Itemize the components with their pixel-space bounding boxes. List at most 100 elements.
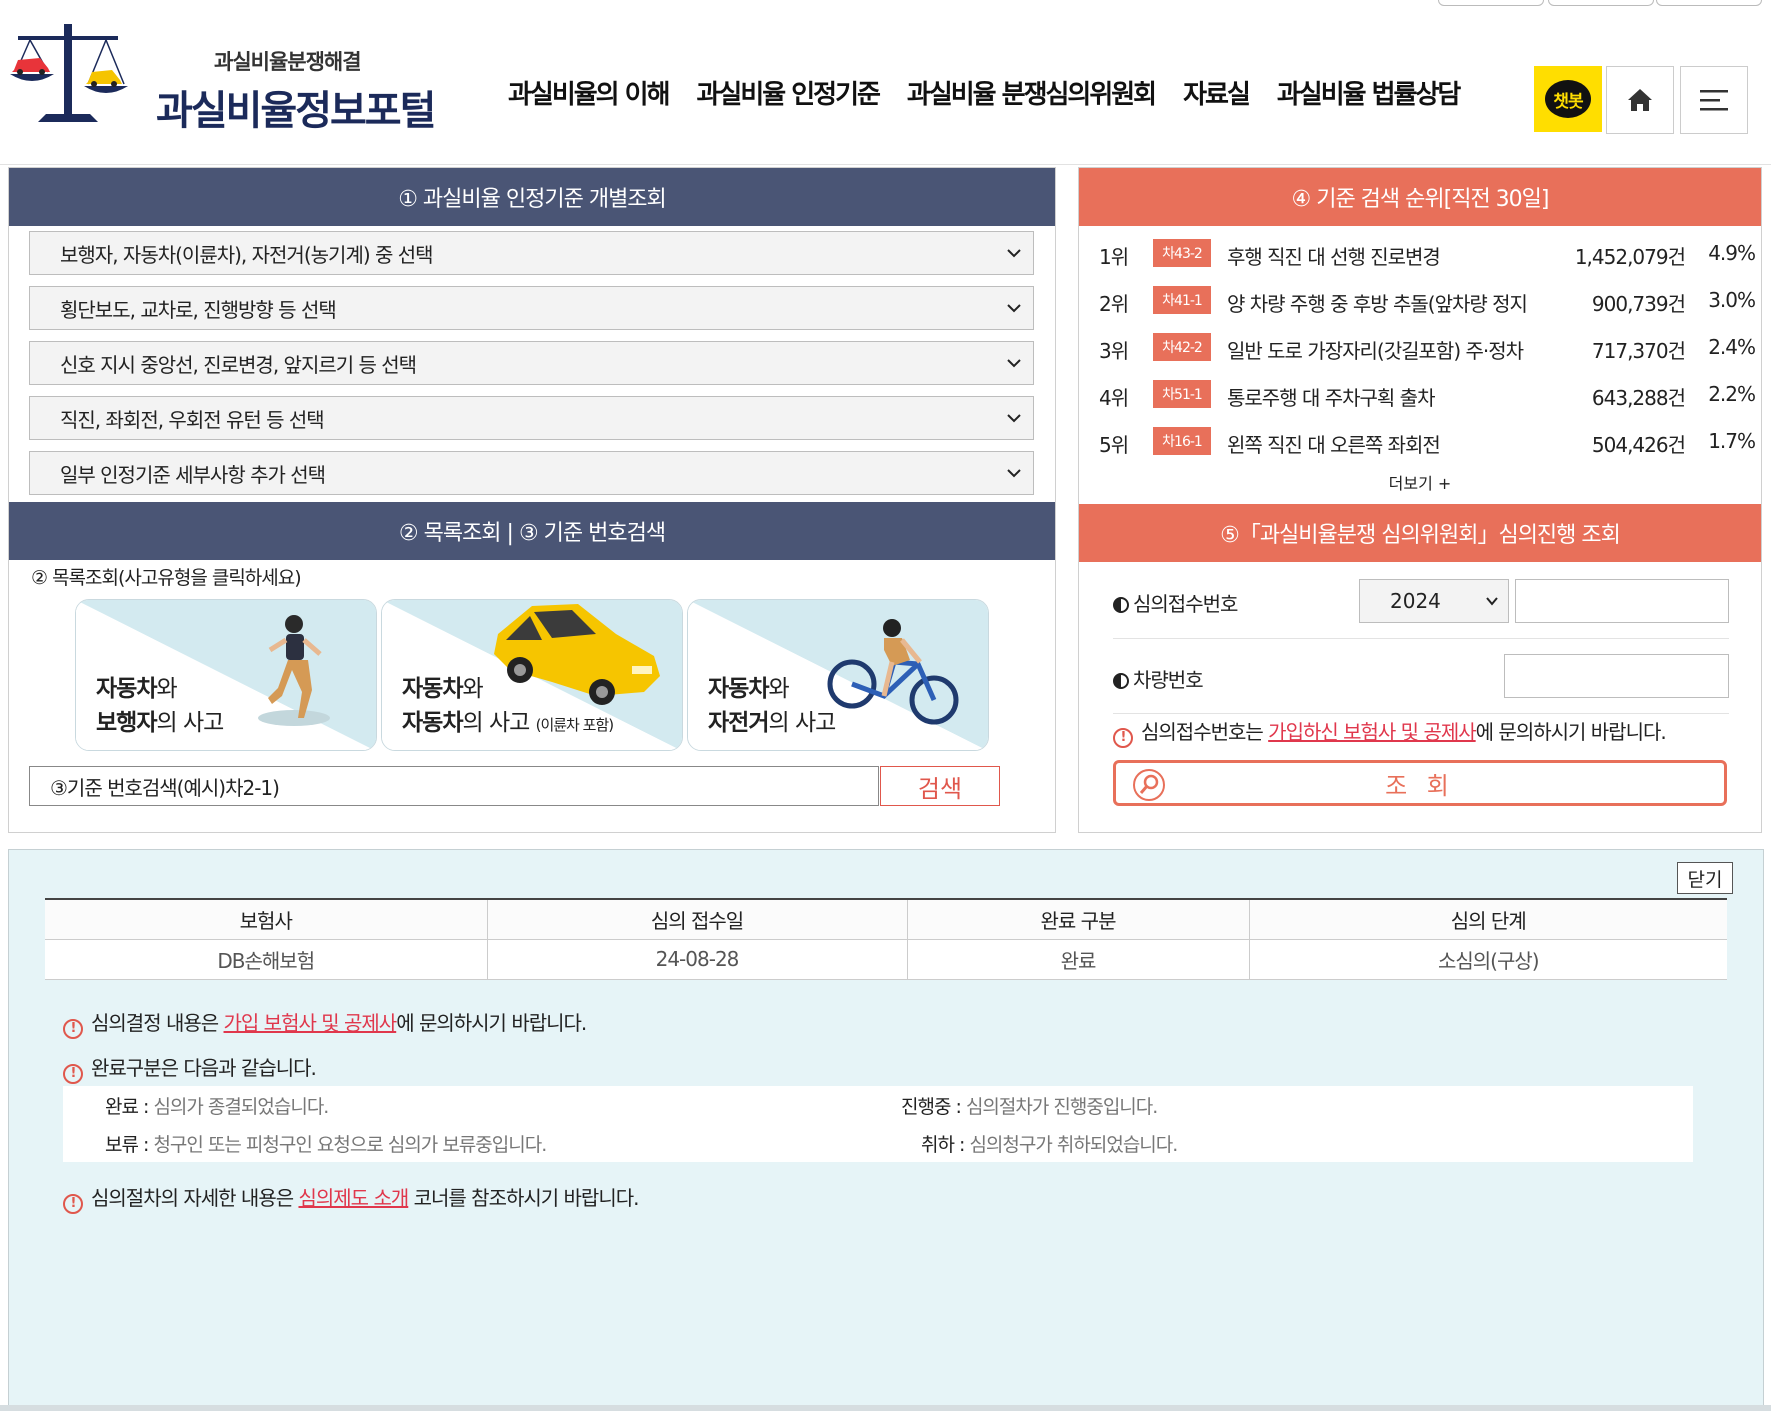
deliberation-result-panel: 닫기 보험사 심의 접수일 완료 구분 심의 단계 DB손해보험 24-08-2…	[8, 849, 1764, 1409]
legend-item: 진행중 : 심의절차가 진행중입니다.	[901, 1096, 1158, 1118]
legend-item: 보류 : 청구인 또는 피청구인 요청으로 심의가 보류중입니다.	[105, 1134, 547, 1156]
rank-code-badge: 차41-1	[1153, 286, 1211, 314]
cell-received-date: 24-08-28	[486, 939, 907, 980]
rank-row[interactable]: 5위 차16-1 왼쪽 직진 대 오른쪽 좌회전 504,426건 1.7%	[1079, 419, 1761, 463]
search-placeholder: ③기준 번호검색(예시)차2-1)	[50, 775, 280, 800]
query-button[interactable]: 조 회	[1113, 760, 1727, 806]
completion-type-notice: ! 완료구분은 다음과 같습니다.	[63, 1052, 317, 1084]
rank-title[interactable]: 통로주행 대 주차구획 출차	[1227, 382, 1557, 411]
column-header-received-date: 심의 접수일	[486, 898, 907, 940]
chevron-down-icon	[1007, 469, 1021, 478]
menu-button[interactable]	[1680, 66, 1748, 134]
insurer-link[interactable]: 가입하신 보험사 및 공제사	[1268, 720, 1476, 744]
legend-item: 완료 : 심의가 종결되었습니다.	[105, 1096, 329, 1118]
standard-number-search-input[interactable]: ③기준 번호검색(예시)차2-1)	[29, 766, 879, 806]
rank-row[interactable]: 2위 차41-1 양 차량 주행 중 후방 추돌(앞차량 정지 900,739건…	[1079, 278, 1761, 322]
procedure-intro-link[interactable]: 심의제도 소개	[298, 1186, 409, 1210]
ranking-and-status-panel: ④ 기준 검색 순위[직전 30일] 1위 차43-2 후행 직진 대 선행 진…	[1078, 167, 1762, 833]
rank-row[interactable]: 4위 차51-1 통로주행 대 주차구획 출차 643,288건 2.2%	[1079, 372, 1761, 416]
card-car-caption: 자동차와 자동차의 사고 (이륜차 포함)	[402, 676, 614, 736]
standards-lookup-panel: ① 과실비율 인정기준 개별조회 보행자, 자동차(이륜차), 자전거(농기계)…	[8, 167, 1056, 833]
rank-number: 4위	[1099, 386, 1129, 410]
chatbot-button[interactable]: 챗봇	[1534, 66, 1602, 132]
divider	[1113, 713, 1729, 714]
receipt-notice: ! 심의접수번호는 가입하신 보험사 및 공제사에 문의하시기 바랍니다.	[1113, 716, 1667, 748]
rank-percent: 2.4%	[1708, 335, 1756, 359]
warning-icon: !	[63, 1064, 83, 1084]
rank-percent: 4.9%	[1708, 241, 1756, 265]
warning-icon: !	[63, 1194, 83, 1214]
hamburger-menu-icon	[1700, 90, 1728, 111]
select-direction-label: 직진, 좌회전, 우회전 유턴 등 선택	[60, 407, 325, 432]
nav-item-committee[interactable]: 과실비율 분쟁심의위원회	[907, 74, 1157, 114]
query-button-label: 조 회	[1385, 771, 1455, 800]
rank-count: 1,452,079건	[1574, 245, 1686, 269]
rank-code-badge: 차51-1	[1153, 380, 1211, 408]
legend-item: 취하 : 심의청구가 취하되었습니다.	[921, 1134, 1178, 1156]
insurer-link[interactable]: 가입 보험사 및 공제사	[224, 1011, 398, 1035]
chevron-down-icon	[1007, 414, 1021, 423]
rank-count: 900,739건	[1591, 292, 1686, 316]
year-select[interactable]: 2024	[1359, 579, 1509, 623]
completion-type-legend: 완료 : 심의가 종결되었습니다. 진행중 : 심의절차가 진행중입니다. 보류…	[63, 1086, 1693, 1162]
rank-row[interactable]: 1위 차43-2 후행 직진 대 선행 진로변경 1,452,079건 4.9%	[1079, 231, 1761, 275]
half-circle-icon	[1113, 673, 1129, 689]
rank-percent: 3.0%	[1708, 288, 1756, 312]
rank-code-badge: 차16-1	[1153, 427, 1211, 455]
select-location-label: 횡단보도, 교차로, 진행방향 등 선택	[60, 297, 337, 322]
half-circle-icon	[1113, 597, 1129, 613]
logo-title[interactable]: 과실비율정보포털	[156, 78, 436, 136]
home-icon	[1628, 89, 1652, 111]
list-lookup-label: ② 목록조회(사고유형을 클릭하세요)	[31, 567, 302, 589]
card-car-vs-bicycle[interactable]: 자동차와 자전거의 사고	[687, 599, 989, 751]
column-header-insurer: 보험사	[45, 898, 487, 940]
vehicle-number-input[interactable]	[1504, 654, 1729, 698]
search-icon	[1133, 769, 1165, 801]
chevron-down-icon	[1486, 597, 1498, 606]
select-detail-label: 일부 인정기준 세부사항 추가 선택	[60, 462, 326, 487]
nav-item-standards[interactable]: 과실비율 인정기준	[697, 74, 881, 114]
section4-title: ④ 기준 검색 순위[직전 30일]	[1079, 168, 1761, 226]
rank-row[interactable]: 3위 차42-2 일반 도로 가장자리(갓길포함) 주·정차 717,370건 …	[1079, 325, 1761, 369]
scale-logo-icon[interactable]	[8, 22, 128, 132]
year-select-value: 2024	[1390, 589, 1441, 613]
home-button[interactable]	[1606, 66, 1674, 134]
section1-title: ① 과실비율 인정기준 개별조회	[9, 168, 1055, 226]
nav-item-legal-consult[interactable]: 과실비율 법률상담	[1277, 74, 1461, 114]
card-car-vs-car[interactable]: 자동차와 자동차의 사고 (이륜차 포함)	[381, 599, 683, 751]
select-signal-label: 신호 지시 중앙선, 진로변경, 앞지르기 등 선택	[60, 352, 417, 377]
rank-code-badge: 차43-2	[1153, 239, 1211, 267]
cell-stage: 소심의(구상)	[1248, 939, 1727, 980]
nav-item-understanding[interactable]: 과실비율의 이해	[508, 74, 670, 114]
rank-number: 5위	[1099, 433, 1129, 457]
select-party[interactable]: 보행자, 자동차(이륜차), 자전거(농기계) 중 선택	[29, 231, 1034, 275]
search-button[interactable]: 검색	[880, 766, 1000, 806]
card-pedestrian-caption: 자동차와 보행자의 사고	[96, 676, 224, 736]
select-party-label: 보행자, 자동차(이륜차), 자전거(농기계) 중 선택	[60, 242, 434, 267]
chevron-down-icon	[1007, 249, 1021, 258]
rank-title[interactable]: 일반 도로 가장자리(갓길포함) 주·정차	[1227, 335, 1557, 364]
select-detail[interactable]: 일부 인정기준 세부사항 추가 선택	[29, 451, 1034, 495]
card-car-vs-pedestrian[interactable]: 자동차와 보행자의 사고	[75, 599, 377, 751]
nav-item-archive[interactable]: 자료실	[1183, 74, 1251, 114]
logo-subtitle: 과실비율분쟁해결	[214, 50, 362, 74]
close-button[interactable]: 닫기	[1677, 862, 1733, 894]
table-row: DB손해보험 24-08-28 완료 소심의(구상)	[45, 939, 1727, 980]
table-header-row: 보험사 심의 접수일 완료 구분 심의 단계	[45, 898, 1727, 940]
receipt-number-input[interactable]	[1515, 579, 1729, 623]
rank-title[interactable]: 후행 직진 대 선행 진로변경	[1227, 241, 1557, 270]
select-signal[interactable]: 신호 지시 중앙선, 진로변경, 앞지르기 등 선택	[29, 341, 1034, 385]
rank-number: 2위	[1099, 292, 1129, 316]
rank-title[interactable]: 왼쪽 직진 대 오른쪽 좌회전	[1227, 429, 1557, 458]
rank-percent: 2.2%	[1708, 382, 1756, 406]
cell-completion: 완료	[906, 939, 1249, 980]
rank-count: 717,370건	[1591, 339, 1686, 363]
rank-number: 1위	[1099, 245, 1129, 269]
select-direction[interactable]: 직진, 좌회전, 우회전 유턴 등 선택	[29, 396, 1034, 440]
more-link[interactable]: 더보기 +	[1079, 470, 1761, 494]
bottom-scrollbar[interactable]	[0, 1405, 1771, 1411]
rank-title[interactable]: 양 차량 주행 중 후방 추돌(앞차량 정지	[1227, 288, 1557, 317]
site-header: 과실비율분쟁해결 과실비율정보포털 과실비율의 이해 과실비율 인정기준 과실비…	[0, 0, 1771, 165]
select-location[interactable]: 횡단보도, 교차로, 진행방향 등 선택	[29, 286, 1034, 330]
chevron-down-icon	[1007, 304, 1021, 313]
